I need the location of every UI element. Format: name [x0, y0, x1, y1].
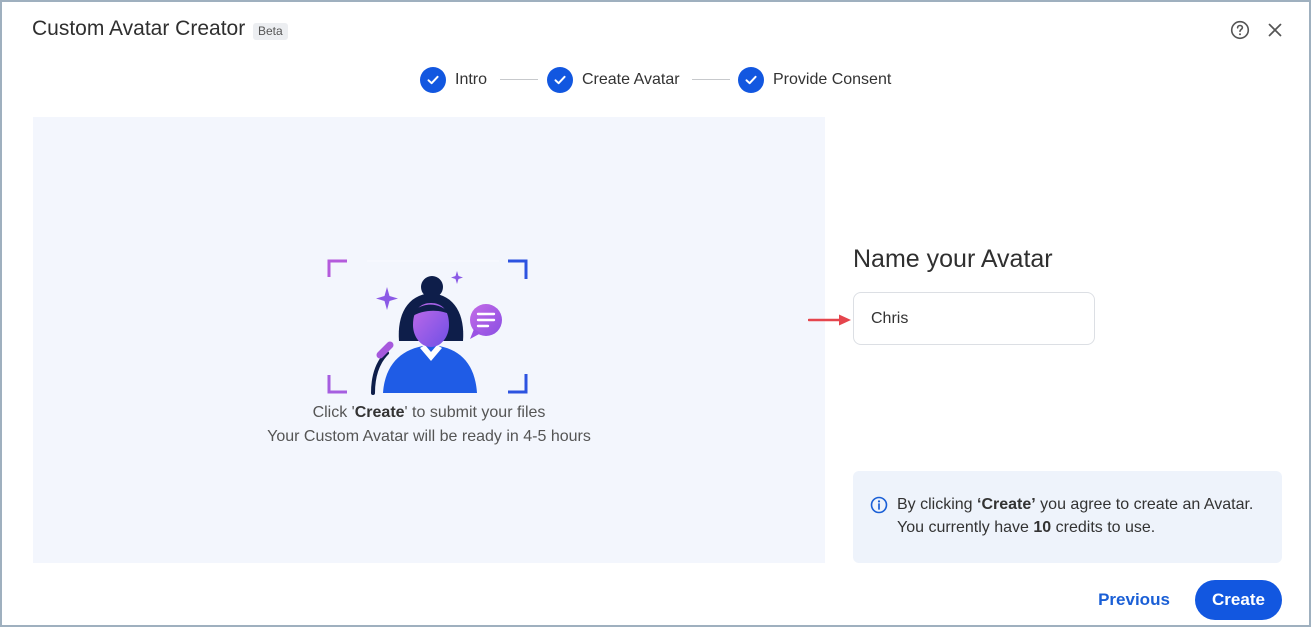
- close-icon[interactable]: [1266, 21, 1284, 39]
- notice-agreement-text: By clicking ‘Create’ you agree to create…: [897, 496, 1254, 513]
- consent-notice: By clicking ‘Create’ you agree to create…: [853, 471, 1282, 563]
- beta-badge: Beta: [253, 23, 288, 40]
- checkmark-icon: [420, 67, 446, 93]
- step-provide-consent: Provide Consent: [738, 67, 891, 93]
- step-connector: [500, 79, 538, 80]
- info-icon: [870, 496, 888, 514]
- avatar-preview-panel: Click 'Create' to submit your files Your…: [33, 117, 825, 563]
- help-circle-icon[interactable]: [1230, 20, 1250, 40]
- checkmark-icon: [547, 67, 573, 93]
- create-button[interactable]: Create: [1195, 580, 1282, 620]
- progress-stepper: Intro Create Avatar Provide Consent: [420, 67, 920, 93]
- previous-button[interactable]: Previous: [1085, 580, 1183, 620]
- notice-credits-text: You currently have 10 credits to use.: [897, 519, 1156, 536]
- step-label: Intro: [455, 71, 488, 88]
- submit-instruction: Click 'Create' to submit your files: [312, 404, 546, 421]
- annotation-arrow-icon: [808, 314, 851, 326]
- step-label: Provide Consent: [773, 71, 892, 88]
- checkmark-icon: [738, 67, 764, 93]
- avatar-name-input[interactable]: [853, 292, 1095, 345]
- dialog-title: Custom Avatar Creator: [32, 17, 246, 40]
- step-label: Create Avatar: [582, 71, 680, 88]
- dialog: Custom Avatar Creator Beta Intro Create …: [0, 0, 1311, 627]
- avatar-illustration: [327, 259, 528, 395]
- name-avatar-heading: Name your Avatar: [853, 245, 1053, 273]
- step-intro: Intro: [420, 67, 487, 93]
- ready-time-text: Your Custom Avatar will be ready in 4-5 …: [267, 428, 591, 445]
- step-create-avatar: Create Avatar: [547, 67, 680, 93]
- step-connector: [692, 79, 730, 80]
